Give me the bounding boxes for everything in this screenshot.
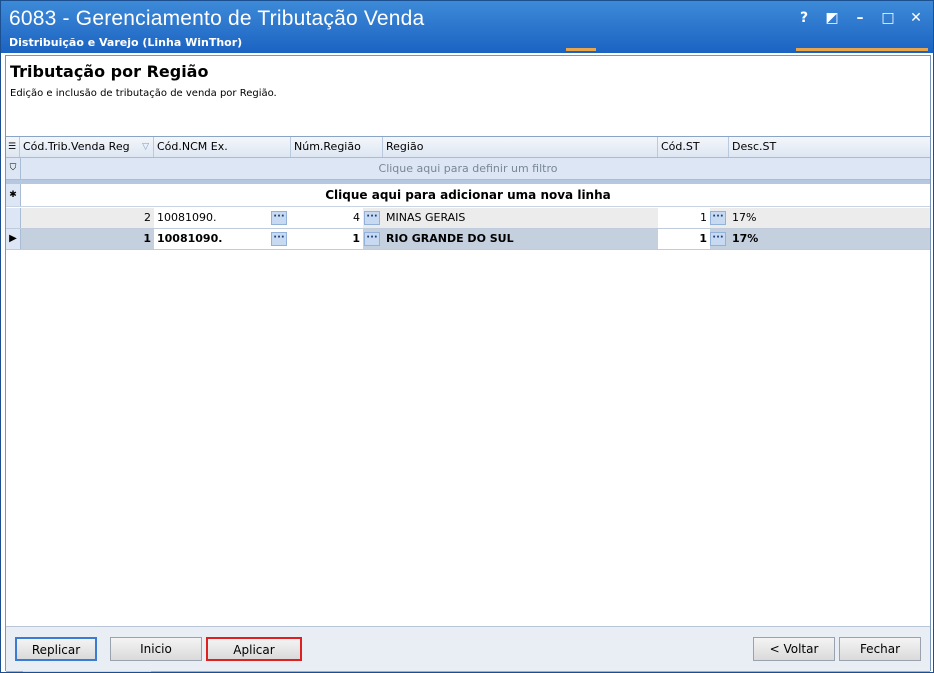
st-lookup-button[interactable]: ··· <box>710 232 726 246</box>
current-row-arrow-icon: ▶ <box>6 229 21 249</box>
accent-stripe <box>566 48 596 51</box>
cell-desc-st[interactable]: 17% <box>729 208 930 228</box>
new-row[interactable]: ✱ Clique aqui para adicionar uma nova li… <box>6 184 930 207</box>
restore-icon[interactable]: ◩ <box>823 9 841 27</box>
new-row-prompt: Clique aqui para adicionar uma nova linh… <box>325 188 611 202</box>
table-row-selected[interactable]: ▶ 1 10081090. ··· 1 ··· RIO GRANDE DO SU… <box>6 229 930 250</box>
cell-cod-st[interactable]: 1 <box>658 229 710 249</box>
regiao-lookup-button[interactable]: ··· <box>364 232 380 246</box>
voltar-button[interactable]: < Voltar <box>753 637 835 661</box>
window-subtitle: Distribuição e Varejo (Linha WinThor) <box>9 36 243 49</box>
row-indicator <box>6 208 21 228</box>
fechar-button[interactable]: Fechar <box>839 637 921 661</box>
data-grid: ☰ Cód.Trib.Venda Reg ▽ Cód.NCM Ex. Núm.Re… <box>6 136 930 672</box>
column-regiao[interactable]: Região <box>383 137 658 157</box>
title-bar: 6083 - Gerenciamento de Tributação Venda… <box>1 1 933 53</box>
page-title: Tributação por Região <box>10 62 209 81</box>
maximize-icon[interactable]: □ <box>879 9 897 27</box>
main-window: 6083 - Gerenciamento de Tributação Venda… <box>0 0 934 673</box>
cell-desc-st[interactable]: 17% <box>729 229 930 249</box>
filter-prompt: Clique aqui para definir um filtro <box>378 162 558 175</box>
page-description: Edição e inclusão de tributação de venda… <box>10 88 277 99</box>
cell-cod-trib[interactable]: 2 <box>20 208 154 228</box>
filter-row[interactable]: ⛉ Clique aqui para definir um filtro <box>6 158 930 180</box>
content-panel: Tributação por Região Edição e inclusão … <box>5 55 931 672</box>
button-bar: Replicar Inicio Aplicar < Voltar Fechar <box>6 626 930 671</box>
cell-ncm-value: 10081090. <box>157 211 217 224</box>
column-num-regiao[interactable]: Núm.Região <box>291 137 383 157</box>
table-row[interactable]: 2 10081090. ··· 4 ··· MINAS GERAIS 1 ···… <box>6 208 930 229</box>
st-lookup-button[interactable]: ··· <box>710 211 726 225</box>
ncm-lookup-button[interactable]: ··· <box>271 232 287 246</box>
cell-ncm-value: 10081090. <box>157 232 223 245</box>
column-label: Cód.Trib.Venda Reg <box>23 140 130 153</box>
inicio-button[interactable]: Inicio <box>110 637 202 661</box>
aplicar-button[interactable]: Aplicar <box>206 637 302 661</box>
cell-cod-trib[interactable]: 1 <box>20 229 154 249</box>
cell-cod-st[interactable]: 1 <box>658 208 710 228</box>
column-cod-st[interactable]: Cód.ST <box>658 137 729 157</box>
cell-num-regiao[interactable]: 4 <box>291 208 363 228</box>
column-desc-st[interactable]: Desc.ST <box>729 137 930 157</box>
column-cod-trib[interactable]: Cód.Trib.Venda Reg ▽ <box>20 137 154 157</box>
accent-stripe <box>796 48 928 51</box>
window-title: 6083 - Gerenciamento de Tributação Venda <box>9 7 425 30</box>
column-chooser-icon[interactable]: ☰ <box>6 137 20 157</box>
filter-icon[interactable]: ▽ <box>142 137 149 157</box>
cell-regiao[interactable]: RIO GRANDE DO SUL <box>383 229 658 249</box>
regiao-lookup-button[interactable]: ··· <box>364 211 380 225</box>
column-ncm[interactable]: Cód.NCM Ex. <box>154 137 291 157</box>
minimize-icon[interactable]: – <box>851 9 869 27</box>
ncm-lookup-button[interactable]: ··· <box>271 211 287 225</box>
help-icon[interactable]: ? <box>795 9 813 27</box>
close-icon[interactable]: ✕ <box>907 9 925 27</box>
grid-header: ☰ Cód.Trib.Venda Reg ▽ Cód.NCM Ex. Núm.Re… <box>6 137 930 158</box>
replicar-button[interactable]: Replicar <box>15 637 97 661</box>
cell-num-regiao[interactable]: 1 <box>291 229 363 249</box>
cell-regiao[interactable]: MINAS GERAIS <box>383 208 658 228</box>
